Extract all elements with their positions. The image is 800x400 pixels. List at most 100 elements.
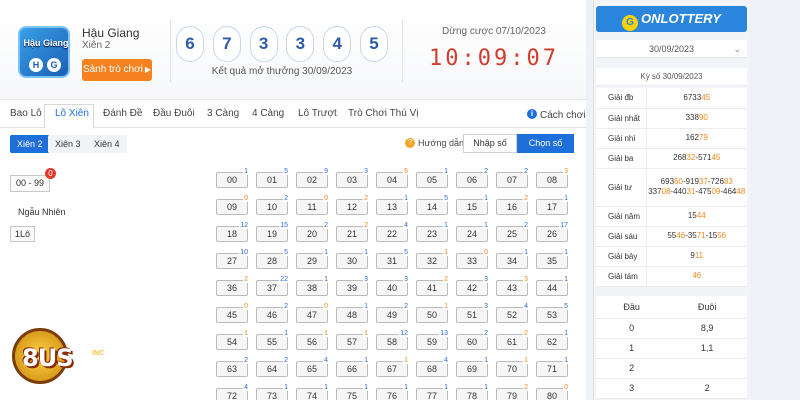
tab-danh-de[interactable]: Đánh Đề	[103, 108, 142, 119]
subtab-xien-4[interactable]: Xiên 4	[87, 135, 127, 153]
number-cell[interactable]: 69 1	[456, 357, 489, 377]
number-cell[interactable]: 19 15	[256, 222, 289, 242]
number-cell[interactable]: 56 1	[296, 330, 329, 350]
number-cell[interactable]: 68 4	[416, 357, 449, 377]
number-cell[interactable]: 66 1	[336, 357, 369, 377]
number-cell[interactable]: 33 0	[456, 249, 489, 269]
number-cell[interactable]: 80 0	[536, 384, 569, 400]
number-cell[interactable]: 25 2	[496, 222, 529, 242]
number-cell[interactable]: 06 2	[456, 168, 489, 188]
number-cell[interactable]: 38 1	[296, 276, 329, 296]
number-cell[interactable]: 22 4	[376, 222, 409, 242]
tab-lo-truot[interactable]: Lô Trượt	[298, 108, 337, 119]
number-cell[interactable]: 73 1	[256, 384, 289, 400]
number-cell[interactable]: 52 4	[496, 303, 529, 323]
number-cell[interactable]: 08 3	[536, 168, 569, 188]
tab-lo-xien[interactable]: Lô Xiên	[55, 108, 89, 119]
number-cell[interactable]: 45 0	[216, 303, 249, 323]
number-cell[interactable]: 44 1	[536, 276, 569, 296]
number-cell[interactable]: 02 9	[296, 168, 329, 188]
number-cell[interactable]: 47 0	[296, 303, 329, 323]
number-cell[interactable]: 53 5	[536, 303, 569, 323]
tab-4-cang[interactable]: 4 Càng	[252, 108, 284, 119]
number-cell[interactable]: 57 1	[336, 330, 369, 350]
number-cell[interactable]: 16 2	[496, 195, 529, 215]
number-cell[interactable]: 74 1	[296, 384, 329, 400]
number-cell[interactable]: 34 1	[496, 249, 529, 269]
number-cell[interactable]: 79 2	[496, 384, 529, 400]
number-cell[interactable]: 05 1	[416, 168, 449, 188]
number-cell[interactable]: 71 1	[536, 357, 569, 377]
number-cell[interactable]: 61 2	[496, 330, 529, 350]
number-cell[interactable]: 55 1	[256, 330, 289, 350]
number-cell[interactable]: 32 1	[416, 249, 449, 269]
number-cell[interactable]: 29 1	[296, 249, 329, 269]
number-cell[interactable]: 41 2	[416, 276, 449, 296]
manual-entry-button[interactable]: Nhập số	[463, 134, 517, 153]
number-cell[interactable]: 70 1	[496, 357, 529, 377]
number-cell[interactable]: 10 2	[256, 195, 289, 215]
random-one-button[interactable]: 1Lô	[10, 226, 35, 242]
number-cell[interactable]: 09 0	[216, 195, 249, 215]
guide-link[interactable]: Hướng dẫn	[418, 138, 464, 148]
result-date-select[interactable]: 30/09/2023 ⌄	[596, 40, 747, 58]
number-cell[interactable]: 28 5	[256, 249, 289, 269]
number-cell[interactable]: 77 1	[416, 384, 449, 400]
number-cell[interactable]: 54 1	[216, 330, 249, 350]
number-cell[interactable]: 17 1	[536, 195, 569, 215]
number-cell[interactable]: 14 5	[416, 195, 449, 215]
range-button[interactable]: 00 - 99	[10, 175, 50, 192]
number-cell[interactable]: 46 2	[256, 303, 289, 323]
number-cell[interactable]: 30 1	[336, 249, 369, 269]
number-cell[interactable]: 23 1	[416, 222, 449, 242]
number-cell[interactable]: 15 1	[456, 195, 489, 215]
number-cell[interactable]: 12 2	[336, 195, 369, 215]
number-cell[interactable]: 07 2	[496, 168, 529, 188]
game-lobby-button[interactable]: Sảnh trò chơi ▶	[82, 59, 152, 81]
number-cell[interactable]: 01 5	[256, 168, 289, 188]
number-cell[interactable]: 37 22	[256, 276, 289, 296]
number-cell[interactable]: 31 5	[376, 249, 409, 269]
number-cell[interactable]: 49 2	[376, 303, 409, 323]
number-cell[interactable]: 63 2	[216, 357, 249, 377]
number-cell[interactable]: 26 17	[536, 222, 569, 242]
number-cell[interactable]: 64 2	[256, 357, 289, 377]
number-cell[interactable]: 59 13	[416, 330, 449, 350]
subtab-xien-3[interactable]: Xiên 3	[48, 135, 88, 153]
number-cell[interactable]: 51 3	[456, 303, 489, 323]
number-cell[interactable]: 20 2	[296, 222, 329, 242]
number-cell[interactable]: 78 1	[456, 384, 489, 400]
number-cell[interactable]: 18 12	[216, 222, 249, 242]
tab-bao-lo[interactable]: Bao Lô	[10, 108, 42, 119]
number-cell[interactable]: 42 3	[456, 276, 489, 296]
number-cell[interactable]: 76 1	[376, 384, 409, 400]
number-cell[interactable]: 60 2	[456, 330, 489, 350]
number-cell[interactable]: 13 1	[376, 195, 409, 215]
tab-dau-duoi[interactable]: Đầu Đuôi	[153, 108, 195, 119]
number-cell[interactable]: 24 1	[456, 222, 489, 242]
number-cell[interactable]: 35 1	[536, 249, 569, 269]
number-cell[interactable]: 11 0	[296, 195, 329, 215]
quick-pick-button[interactable]: Chọn số nhanh	[517, 134, 574, 167]
number-cell[interactable]: 58 12	[376, 330, 409, 350]
number-cell[interactable]: 00 1	[216, 168, 249, 188]
number-cell[interactable]: 04 6	[376, 168, 409, 188]
number-cell[interactable]: 36 2	[216, 276, 249, 296]
number-cell[interactable]: 21 2	[336, 222, 369, 242]
how-to-play-link[interactable]: Cách chơi	[540, 110, 585, 121]
number-cell[interactable]: 50 1	[416, 303, 449, 323]
number-cell[interactable]: 03 3	[336, 168, 369, 188]
number-cell[interactable]: 39 3	[336, 276, 369, 296]
subtab-xien-2[interactable]: Xiên 2	[10, 135, 50, 153]
number-cell[interactable]: 43 3	[496, 276, 529, 296]
tab-3-cang[interactable]: 3 Càng	[207, 108, 239, 119]
number-cell[interactable]: 27 10	[216, 249, 249, 269]
number-cell[interactable]: 62 1	[536, 330, 569, 350]
tab-tro-choi-thu-vi[interactable]: Trò Chơi Thú Vị	[348, 108, 418, 119]
number-cell[interactable]: 67 1	[376, 357, 409, 377]
number-cell[interactable]: 72 4	[216, 384, 249, 400]
number-cell[interactable]: 48 1	[336, 303, 369, 323]
number-cell[interactable]: 75 1	[336, 384, 369, 400]
number-cell[interactable]: 40 3	[376, 276, 409, 296]
number-cell[interactable]: 65 4	[296, 357, 329, 377]
